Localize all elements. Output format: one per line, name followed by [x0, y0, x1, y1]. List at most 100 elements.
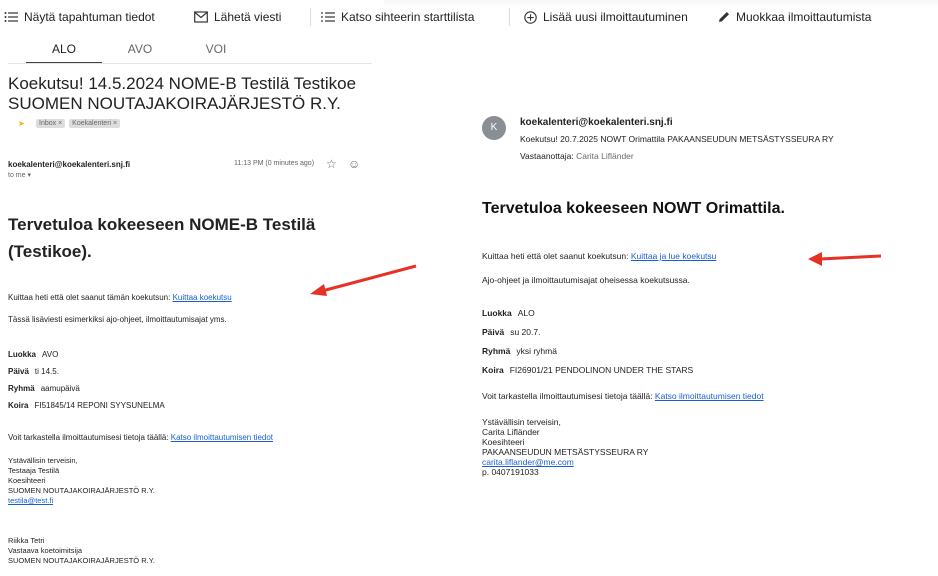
info-row: Ryhmä aamupäivä [8, 380, 165, 397]
recipient-name: Carita Lifländer [576, 151, 634, 161]
pencil-icon [719, 12, 729, 22]
tab-alo[interactable]: ALO [26, 34, 102, 64]
sig-line: Riikka Tetri [8, 536, 45, 545]
sig-line: Koesihteeri [8, 476, 46, 485]
add-registration-label: Lisää uusi ilmoittautuminen [543, 10, 688, 24]
info-value: aamupäivä [40, 384, 80, 393]
sig-line: PAKAANSEUDUN METSÄSTYSSEURA RY [482, 447, 649, 457]
list-icon [4, 12, 18, 22]
sig-email-link[interactable]: testila@test.fi [8, 496, 155, 506]
view-registration-link[interactable]: Katso ilmoittautumisen tiedot [655, 391, 764, 401]
info-value: yksi ryhmä [516, 345, 557, 356]
signature-2: Riikka Tetri Vastaava koetoimitsija SUOM… [8, 536, 155, 566]
view-line: Voit tarkastella ilmoittautumisesi tieto… [8, 433, 273, 442]
signature: Ystävällisin terveisin, Testaaja Testilä… [8, 456, 155, 506]
sender-address: koekalenteri@koekalenteri.snj.fi [520, 117, 673, 128]
view-startlist-button[interactable]: Katso sihteerin starttilista [311, 10, 509, 24]
info-value: AVO [42, 350, 59, 359]
sig-email-link[interactable]: carita.liflander@me.com [482, 457, 648, 467]
info-value: su 20.7. [510, 326, 541, 337]
email-subject: Koekutsu! 20.7.2025 NOWT Orimattila PAKA… [520, 134, 834, 144]
sig-line: Vastaava koetoimitsija [8, 546, 83, 555]
info-row: Ryhmä yksi ryhmä [482, 341, 693, 360]
view-registration-link[interactable]: Katso ilmoittautumisen tiedot [171, 433, 273, 442]
signature: Ystävällisin terveisin, Carita Lifländer… [482, 417, 648, 477]
tab-voi[interactable]: VOI [178, 34, 254, 64]
add-registration-button[interactable]: Lisää uusi ilmoittautuminen [510, 10, 702, 24]
gmail-email-preview: Koekutsu! 14.5.2024 NOME-B Testilä Testi… [0, 64, 375, 576]
info-row: Päivä ti 14.5. [8, 363, 165, 380]
welcome-heading: Tervetuloa kokeeseen NOME-B Testilä (Tes… [8, 215, 316, 261]
view-text: Voit tarkastella ilmoittautumisesi tieto… [8, 433, 171, 442]
sig-line: Carita Lifländer [482, 427, 540, 437]
ack-text: Kuittaa heti että olet saanut tämän koek… [8, 293, 173, 302]
sig-line: Koesihteeri [482, 437, 525, 447]
star-icon[interactable]: ☆ [326, 157, 337, 171]
edit-registration-button[interactable]: Muokkaa ilmoittautumista [702, 10, 882, 24]
ack-text: Kuittaa heti että olet saanut koekutsun: [482, 251, 631, 261]
label-inbox[interactable]: Inbox × [36, 119, 66, 128]
send-message-label: Lähetä viesti [214, 10, 282, 24]
sender-row: koekalenteri@koekalenteri.snj.fi 11:13 P… [8, 157, 374, 171]
mail-icon [194, 11, 208, 23]
recipient-line: Vastaanottaja: Carita Lifländer [520, 151, 634, 161]
view-text: Voit tarkastella ilmoittautumisesi tieto… [482, 391, 655, 401]
sig-line: Ystävällisin terveisin, [482, 417, 561, 427]
info-row: Koira FI26901/21 PENDOLINON UNDER THE STA… [482, 360, 693, 379]
info-key: Ryhmä [482, 345, 511, 356]
entry-info: Luokka AVO Päivä ti 14.5. Ryhmä aamupäivä K… [8, 346, 165, 414]
view-line: Voit tarkastella ilmoittautumisesi tieto… [482, 391, 764, 401]
ack-line: Kuittaa heti että olet saanut tämän koek… [8, 293, 232, 302]
info-key: Koira [482, 364, 504, 375]
ack-link[interactable]: Kuittaa koekutsu [173, 293, 232, 302]
view-startlist-label: Katso sihteerin starttilista [341, 10, 475, 24]
avatar: K [482, 116, 506, 140]
info-key: Päivä [8, 367, 29, 376]
extra-message: Tässä lisäviesti esimerkiksi ajo-ohjeet,… [8, 315, 227, 324]
important-marker-icon: ➤ [18, 119, 25, 128]
recipient-label: Vastaanottaja: [520, 151, 574, 161]
info-key: Koira [8, 401, 29, 410]
info-row: Päivä su 20.7. [482, 322, 693, 341]
label-koekalenteri[interactable]: Koekalenteri × [69, 119, 121, 128]
email-subject: Koekutsu! 14.5.2024 NOME-B Testilä Testi… [8, 74, 357, 113]
info-value: ti 14.5. [34, 367, 59, 376]
sig-line: Ystävällisin terveisin, [8, 456, 78, 465]
info-value: FI26901/21 PENDOLINON UNDER THE STARS [509, 364, 694, 375]
info-value: ALO [517, 307, 535, 318]
show-event-details-button[interactable]: Näytä tapahtuman tiedot [0, 10, 190, 24]
send-message-button[interactable]: Lähetä viesti [190, 10, 310, 24]
sig-line: SUOMEN NOUTAJAKOIRAJÄRJESTÖ R.Y. [8, 486, 155, 495]
recipient-toggle[interactable]: to me ▾ [8, 171, 31, 179]
entry-info: Luokka ALO Päivä su 20.7. Ryhmä yksi ryhmä … [482, 303, 693, 379]
annotation-arrow-left [310, 264, 417, 296]
tab-avo[interactable]: AVO [102, 34, 178, 64]
toolbar-shadow [384, 0, 938, 8]
info-row: Luokka AVO [8, 346, 165, 363]
info-value: FI51845/14 REPONI SYYSUNELMA [34, 401, 165, 410]
sig-phone: p. 0407191033 [482, 467, 539, 477]
sig-line: SUOMEN NOUTAJAKOIRAJÄRJESTÖ R.Y. [8, 556, 155, 565]
class-tabs: ALO AVO VOI [26, 34, 254, 64]
info-row: Luokka ALO [482, 303, 693, 322]
emoji-react-icon[interactable]: ☺ [348, 157, 360, 171]
info-row: Koira FI51845/14 REPONI SYYSUNELMA [8, 397, 165, 414]
plus-circle-icon [524, 10, 537, 24]
info-key: Luokka [482, 307, 512, 318]
info-key: Päivä [482, 326, 505, 337]
welcome-heading: Tervetuloa kokeeseen NOWT Orimattila. [482, 200, 785, 217]
sender-address: koekalenteri@koekalenteri.snj.fi [8, 160, 131, 169]
ack-line: Kuittaa heti että olet saanut koekutsun:… [482, 251, 716, 261]
ack-link[interactable]: Kuittaa ja lue koekutsu [631, 251, 717, 261]
extra-message: Ajo-ohjeet ja ilmoittautumisajat oheises… [482, 275, 690, 285]
show-event-details-label: Näytä tapahtuman tiedot [24, 10, 155, 24]
info-key: Luokka [8, 350, 37, 359]
info-key: Ryhmä [8, 384, 35, 393]
email-labels: ➤ Inbox × Koekalenteri × [18, 119, 121, 128]
annotation-arrow-right [808, 252, 882, 266]
edit-registration-label: Muokkaa ilmoittautumista [736, 10, 872, 24]
email-time: 11:13 PM (0 minutes ago) [234, 160, 315, 167]
mail-app-email-preview: K koekalenteri@koekalenteri.snj.fi Koeku… [376, 64, 938, 576]
sig-line: Testaaja Testilä [8, 466, 60, 475]
list-icon [321, 12, 335, 22]
